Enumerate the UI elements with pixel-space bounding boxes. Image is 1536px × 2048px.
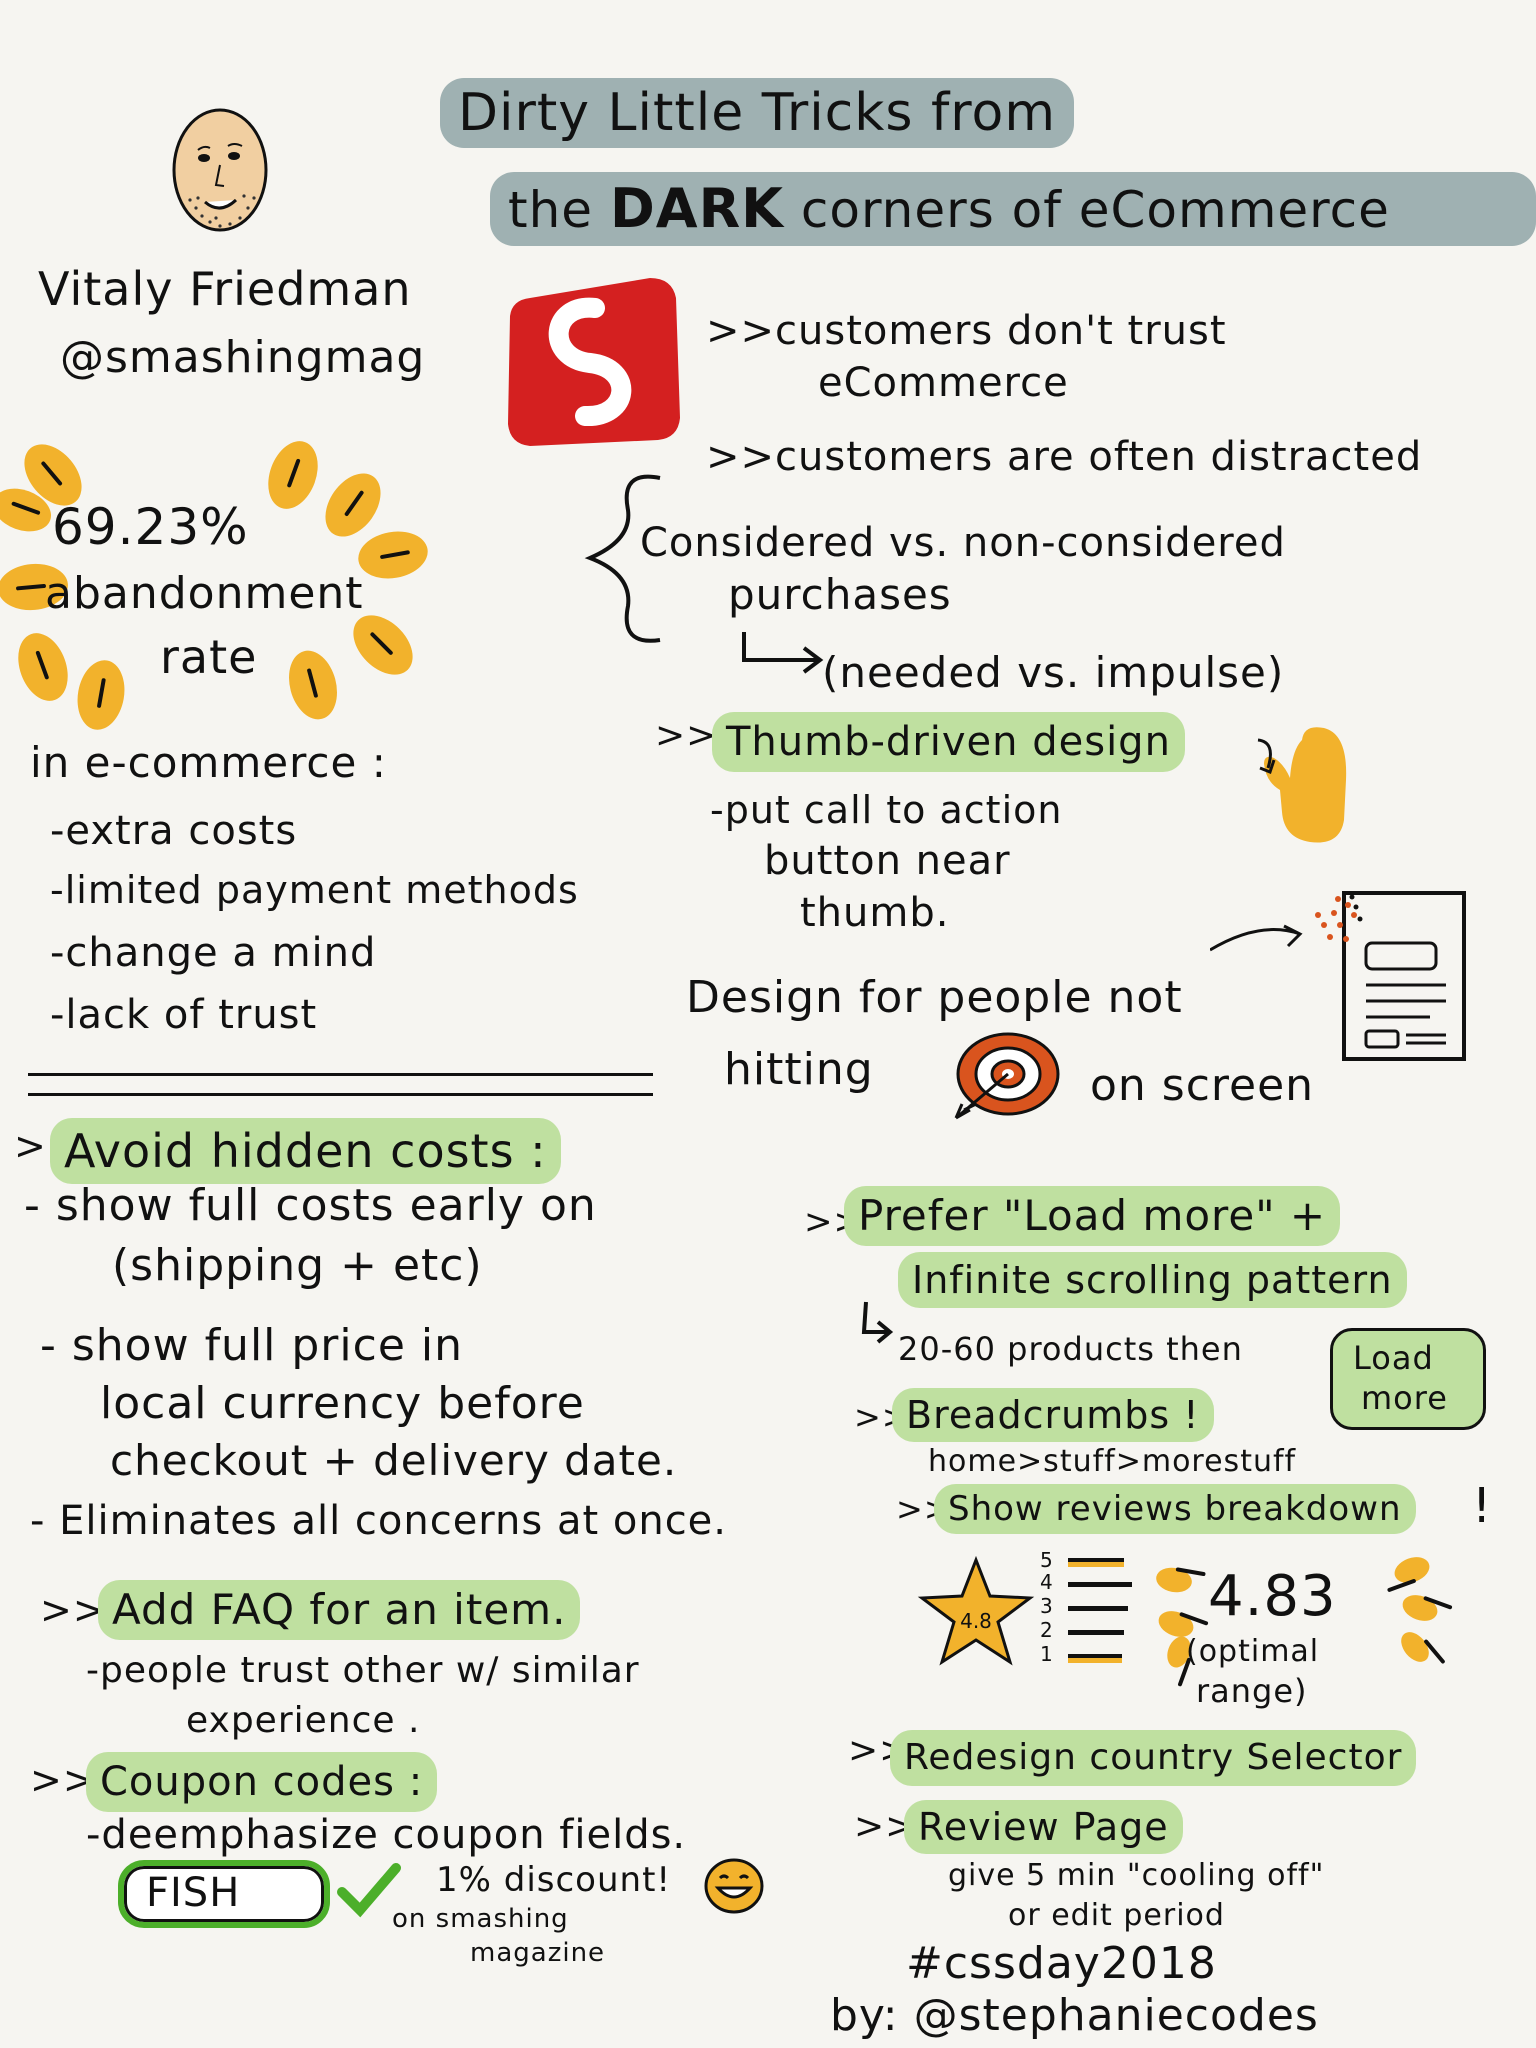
credit: by: @stephaniecodes — [830, 1990, 1319, 2041]
review-score-note-1: (optimal — [1186, 1634, 1320, 1669]
rating-level: 3 — [1040, 1594, 1054, 1618]
load-more-line: 20-60 products then — [898, 1330, 1243, 1368]
rating-level: 2 — [1040, 1618, 1054, 1642]
arrow-icon — [861, 1301, 894, 1344]
hidden-costs-line: - show full costs early on — [24, 1180, 597, 1231]
phone-screen-icon — [1315, 891, 1466, 1061]
sunburst-ray — [259, 434, 327, 516]
star-value: 4.8 — [960, 1609, 992, 1633]
country-heading: Redesign country Selector — [890, 1730, 1417, 1786]
faq-prefix: >> — [40, 1588, 106, 1632]
design-line-3: on screen — [1090, 1060, 1315, 1111]
thumb-line-2: button near — [764, 838, 1011, 884]
design-line-2: hitting — [724, 1044, 874, 1095]
smashing-logo-icon — [508, 278, 680, 446]
star-icon: 4.8 — [917, 1555, 1035, 1666]
thumb-heading: Thumb-driven design — [712, 712, 1185, 772]
review-page-heading: Review Page — [904, 1800, 1183, 1854]
hidden-costs-line: local currency before — [100, 1378, 585, 1429]
coupon-line: -deemphasize coupon fields. — [86, 1812, 687, 1858]
breadcrumbs-heading: Breadcrumbs ! — [892, 1388, 1214, 1442]
coupon-note-2: magazine — [470, 1938, 606, 1968]
coupon-heading: Coupon codes : — [86, 1752, 438, 1812]
title-dark: DARK — [609, 177, 785, 240]
ecommerce-item: -extra costs — [50, 808, 298, 854]
coupon-discount: 1% discount! — [436, 1860, 672, 1900]
sunburst-ray — [72, 656, 130, 734]
hidden-costs-line: - Eliminates all concerns at once. — [30, 1498, 728, 1544]
load-more-heading-2: Infinite scrolling pattern — [898, 1252, 1407, 1308]
hashtag: #cssday2018 — [906, 1938, 1217, 1989]
considered-line-3: (needed vs. impulse) — [822, 648, 1285, 697]
stat-label-2: rate — [160, 630, 258, 684]
rating-bar — [1068, 1582, 1132, 1587]
rating-level: 4 — [1040, 1570, 1054, 1594]
hidden-costs-line: - show full price in — [40, 1320, 463, 1371]
faq-heading: Add FAQ for an item. — [98, 1580, 581, 1640]
load-more-heading-1: Prefer "Load more" + — [844, 1186, 1341, 1246]
rating-bar-fill — [1068, 1562, 1124, 1567]
design-line-1: Design for people not — [686, 972, 1183, 1023]
coupon-code: FISH — [146, 1870, 241, 1916]
reviews-bang: ! — [1472, 1478, 1493, 1534]
stat-label-1: abandonment — [45, 568, 364, 619]
divider — [28, 1093, 653, 1096]
ecommerce-heading: in e-commerce : — [30, 738, 387, 787]
load-more-button[interactable]: Load more — [1330, 1328, 1486, 1430]
faq-line: -people trust other w/ similar — [86, 1650, 640, 1691]
arrow-icon — [742, 632, 824, 674]
load-more-button-label-2: more — [1361, 1379, 1448, 1417]
rating-bars: 5 4 3 2 1 — [1040, 1548, 1150, 1678]
score-ray — [1398, 1590, 1442, 1626]
hidden-costs-line: checkout + delivery date. — [110, 1436, 678, 1485]
reviews-heading: Show reviews breakdown — [934, 1484, 1416, 1534]
considered-line-2: purchases — [728, 570, 952, 619]
title-line-1: Dirty Little Tricks from — [440, 78, 1075, 148]
speaker-handle: @smashingmag — [60, 332, 426, 383]
score-ray — [1154, 1565, 1194, 1595]
score-ray — [1395, 1626, 1435, 1668]
trust-item-1-cont: eCommerce — [818, 360, 1069, 406]
review-score-note-2: range) — [1196, 1672, 1308, 1710]
avatar-face-icon — [172, 108, 268, 232]
coupon-note-1: on smashing — [392, 1904, 569, 1934]
speaker-name: Vitaly Friedman — [38, 262, 412, 316]
rating-level: 1 — [1040, 1642, 1054, 1666]
stat-value: 69.23% — [52, 498, 249, 556]
coupon-field[interactable]: FISH — [118, 1860, 330, 1928]
considered-line-1: Considered vs. non-considered — [640, 520, 1286, 566]
load-more-button-label-1: Load — [1353, 1339, 1434, 1377]
faq-line: experience . — [186, 1700, 421, 1741]
sunburst-ray — [9, 626, 77, 708]
thumb-mitten-icon — [1257, 727, 1347, 843]
sunburst-ray — [281, 645, 345, 725]
rating-bar — [1068, 1606, 1128, 1611]
rating-bar — [1068, 1630, 1124, 1635]
hidden-costs-heading: Avoid hidden costs : — [50, 1118, 561, 1184]
smiley-icon — [704, 1858, 764, 1914]
breadcrumbs-line: home>stuff>morestuff — [928, 1444, 1297, 1479]
hidden-costs-line: (shipping + etc) — [112, 1240, 483, 1291]
trust-item-2: >>customers are often distracted — [706, 434, 1423, 480]
thumb-line-3: thumb. — [800, 890, 950, 936]
title-line-2: the DARK corners of eCommerce — [490, 172, 1536, 246]
rating-level: 5 — [1040, 1548, 1054, 1572]
target-icon — [954, 1032, 1060, 1120]
title-the: the — [508, 181, 594, 239]
sunburst-ray — [354, 526, 432, 584]
title-rest: corners of eCommerce — [800, 181, 1390, 239]
ecommerce-item: -limited payment methods — [50, 868, 579, 912]
ecommerce-item: -lack of trust — [50, 992, 318, 1038]
review-score: 4.83 — [1208, 1564, 1337, 1629]
review-page-line: give 5 min "cooling off" — [948, 1858, 1325, 1893]
score-ray — [1390, 1552, 1434, 1588]
thumb-line-1: -put call to action — [710, 788, 1063, 832]
trust-item-1: >>customers don't trust — [706, 308, 1227, 354]
divider — [28, 1073, 653, 1076]
review-page-line: or edit period — [1008, 1898, 1225, 1933]
rating-bar-fill — [1068, 1658, 1122, 1663]
ecommerce-item: -change a mind — [50, 930, 377, 976]
thumb-prefix: >> — [655, 715, 718, 756]
